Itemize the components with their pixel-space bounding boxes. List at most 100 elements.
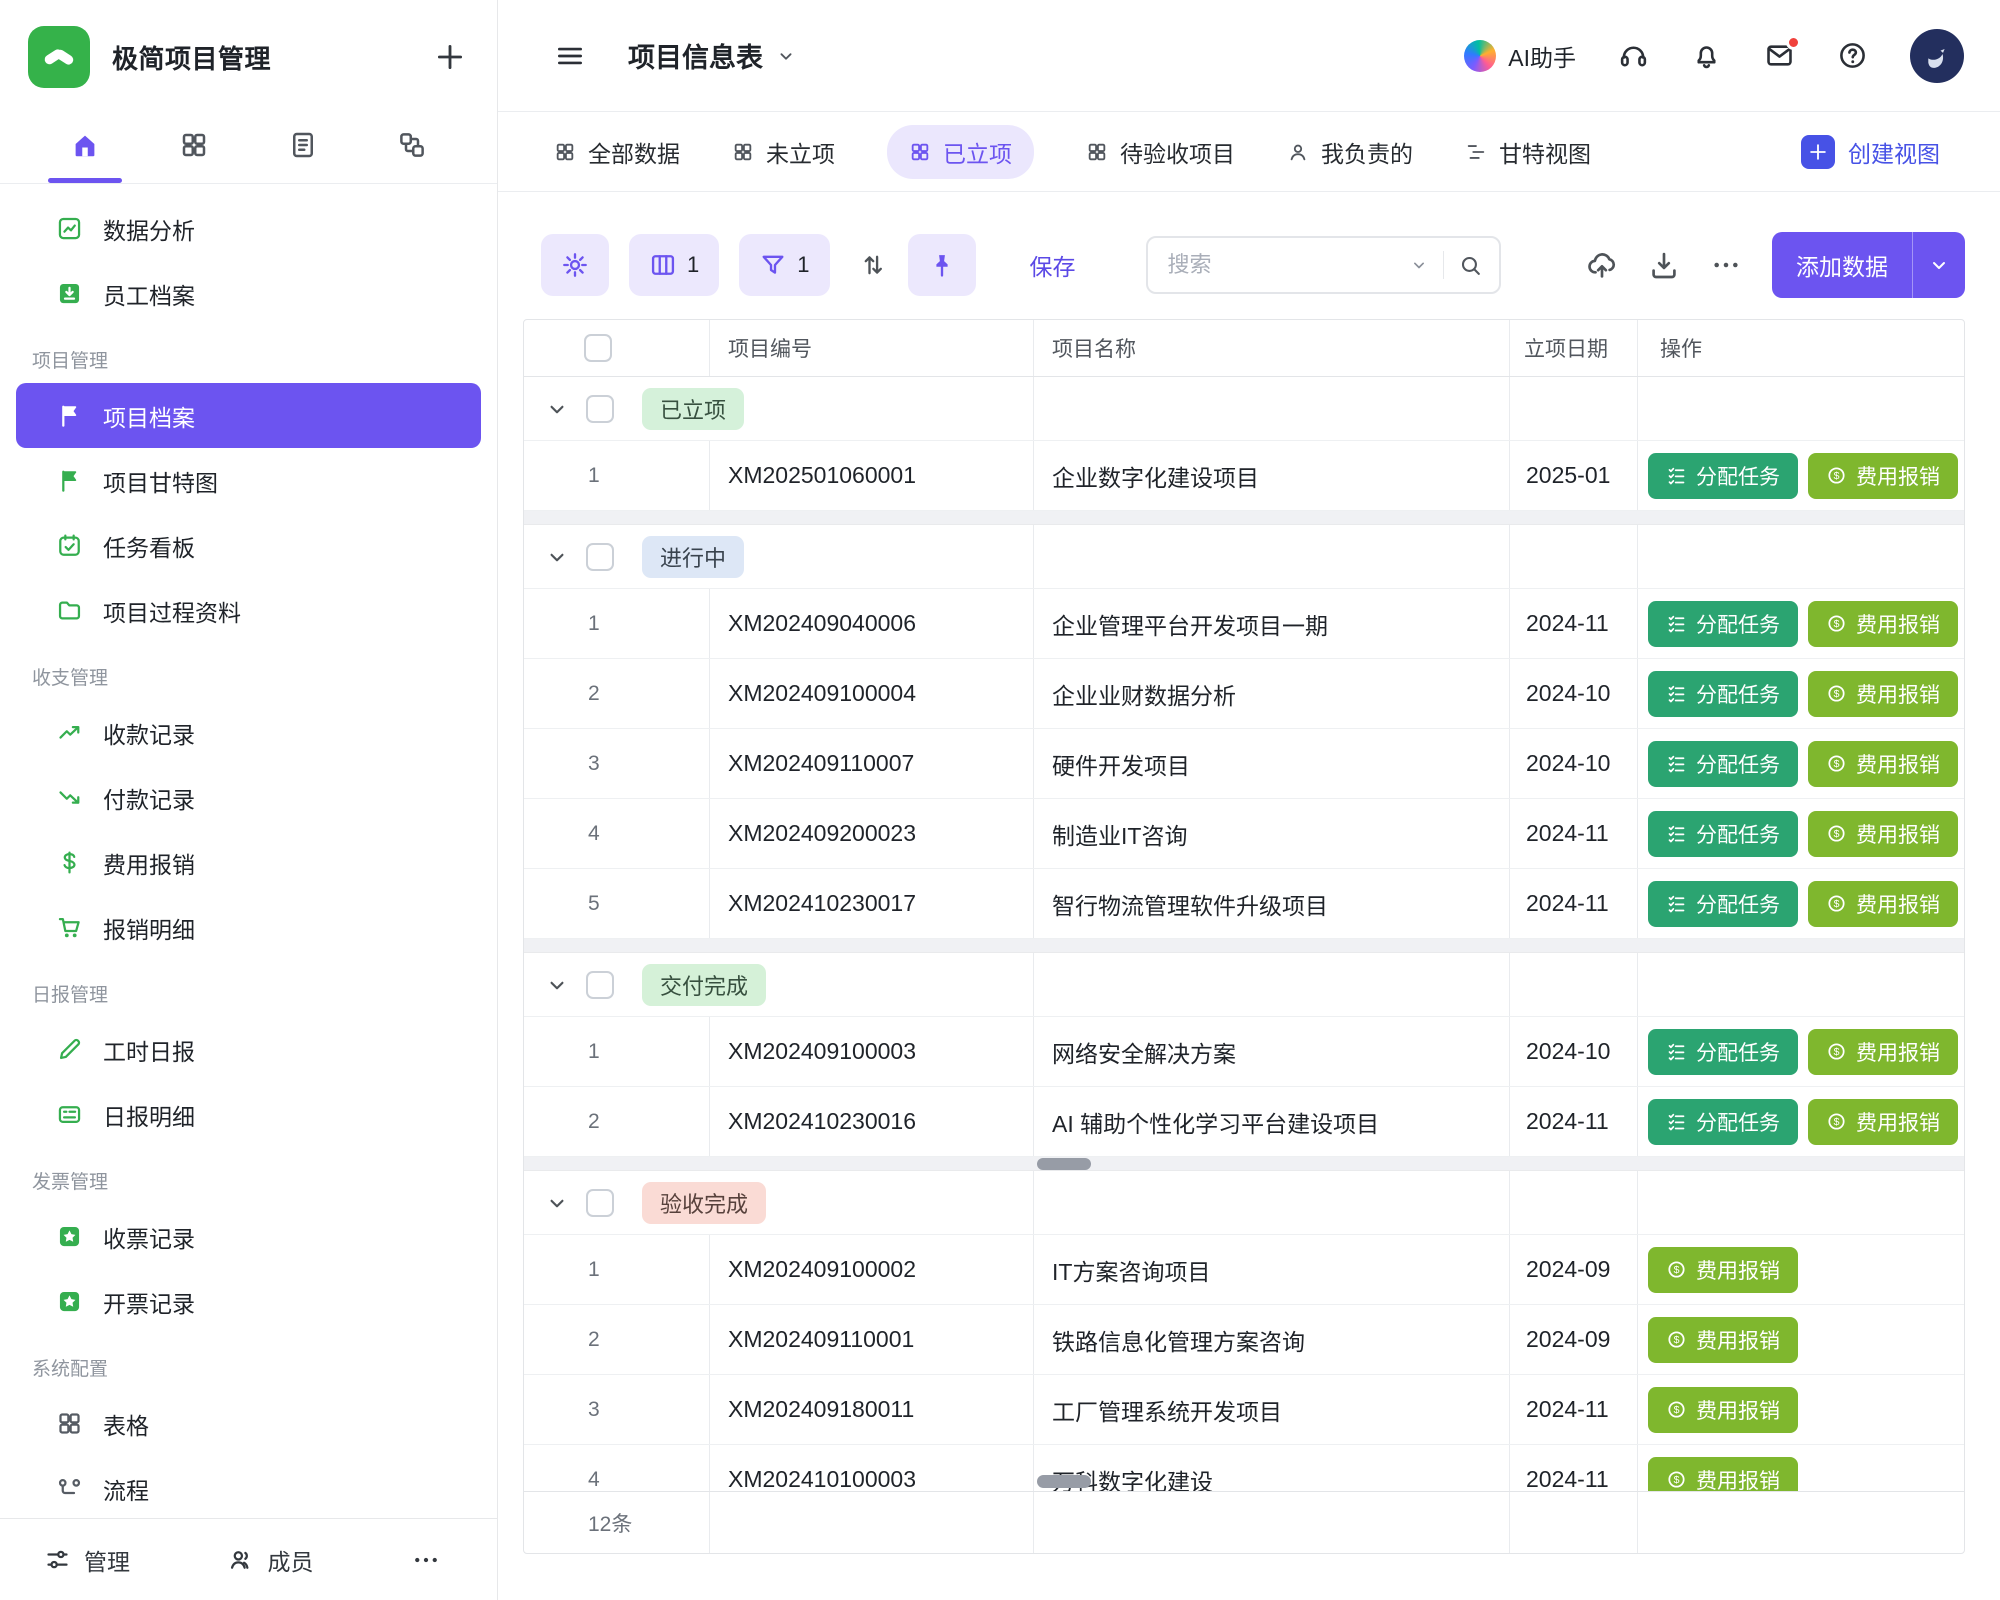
table-row[interactable]: 4XM202409200023制造业IT咨询2024-11分配任务$费用报销 bbox=[524, 799, 1964, 869]
support-headset-icon[interactable] bbox=[1618, 40, 1649, 71]
sidebar-item[interactable]: 表格 bbox=[16, 1391, 481, 1456]
avatar[interactable] bbox=[1910, 29, 1964, 83]
assign-task-button[interactable]: 分配任务 bbox=[1648, 1029, 1798, 1075]
sidebar-item[interactable]: 报销明细 bbox=[16, 895, 481, 960]
manage-button[interactable]: 管理 bbox=[44, 1543, 130, 1577]
view-tab[interactable]: 甘特视图 bbox=[1465, 135, 1591, 169]
sidebar-item[interactable]: 流程 bbox=[16, 1456, 481, 1518]
expense-report-button[interactable]: $费用报销 bbox=[1808, 601, 1958, 647]
add-data-button[interactable]: 添加数据 bbox=[1772, 232, 1965, 298]
sidebar-tab-home[interactable] bbox=[56, 106, 114, 183]
sidebar-item[interactable]: 费用报销 bbox=[16, 830, 481, 895]
search-icon[interactable] bbox=[1458, 253, 1483, 278]
filter-button[interactable]: 1 bbox=[739, 234, 829, 296]
table-row[interactable]: 1XM202409100002IT方案咨询项目2024-09$费用报销 bbox=[524, 1235, 1964, 1305]
pin-button[interactable] bbox=[908, 234, 976, 296]
table-row[interactable]: 1XM202409100003网络安全解决方案2024-10分配任务$费用报销 bbox=[524, 1017, 1964, 1087]
view-settings-button[interactable] bbox=[541, 234, 609, 296]
table-row[interactable]: 4XM202410100003万科数字化建设2024-11$费用报销 bbox=[524, 1445, 1964, 1491]
expense-report-button[interactable]: $费用报销 bbox=[1808, 1029, 1958, 1075]
sidebar-item[interactable]: 收款记录 bbox=[16, 700, 481, 765]
expense-report-button[interactable]: $费用报销 bbox=[1808, 881, 1958, 927]
sort-button[interactable] bbox=[850, 234, 896, 296]
ai-assistant-button[interactable]: AI助手 bbox=[1464, 39, 1576, 73]
menu-toggle-icon[interactable] bbox=[554, 40, 586, 72]
svg-text:$: $ bbox=[1834, 828, 1840, 840]
expense-report-button[interactable]: $费用报销 bbox=[1808, 453, 1958, 499]
sidebar-item[interactable]: 开票记录 bbox=[16, 1269, 481, 1334]
row-button-label: 分配任务 bbox=[1696, 749, 1780, 779]
help-icon[interactable] bbox=[1837, 40, 1868, 71]
view-tab[interactable]: 我负责的 bbox=[1287, 135, 1413, 169]
sidebar-tab-docs[interactable] bbox=[274, 106, 332, 183]
members-button[interactable]: 成员 bbox=[228, 1543, 314, 1577]
assign-task-button[interactable]: 分配任务 bbox=[1648, 453, 1798, 499]
notifications-bell-icon[interactable] bbox=[1691, 40, 1722, 71]
search-input[interactable] bbox=[1168, 252, 1409, 278]
expense-report-button[interactable]: $费用报销 bbox=[1808, 671, 1958, 717]
group-collapse-icon[interactable] bbox=[544, 544, 570, 570]
sidebar-item[interactable]: 数据分析 bbox=[16, 196, 481, 261]
table-row[interactable]: 3XM202409110007硬件开发项目2024-10分配任务$费用报销 bbox=[524, 729, 1964, 799]
view-tab[interactable]: 待验收项目 bbox=[1086, 135, 1235, 169]
expense-report-button[interactable]: $费用报销 bbox=[1648, 1457, 1798, 1492]
table-row[interactable]: 2XM202409100004企业业财数据分析2024-10分配任务$费用报销 bbox=[524, 659, 1964, 729]
select-all-checkbox[interactable] bbox=[584, 334, 612, 362]
sidebar-section-label: 发票管理 bbox=[0, 1147, 497, 1204]
assign-task-button[interactable]: 分配任务 bbox=[1648, 601, 1798, 647]
table-row[interactable]: 5XM202410230017智行物流管理软件升级项目2024-11分配任务$费… bbox=[524, 869, 1964, 939]
search-scope-chevron-icon[interactable] bbox=[1409, 255, 1429, 275]
horizontal-scrollbar-thumb[interactable] bbox=[1037, 1158, 1091, 1170]
expense-report-button[interactable]: $费用报销 bbox=[1808, 811, 1958, 857]
table-row[interactable]: 2XM202410230016AI 辅助个性化学习平台建设项目2024-11分配… bbox=[524, 1087, 1964, 1157]
sidebar-item[interactable]: 任务看板 bbox=[16, 513, 481, 578]
sidebar-item[interactable]: 收票记录 bbox=[16, 1204, 481, 1269]
view-tab[interactable]: 全部数据 bbox=[554, 135, 680, 169]
group-collapse-icon[interactable] bbox=[544, 396, 570, 422]
assign-task-button[interactable]: 分配任务 bbox=[1648, 811, 1798, 857]
view-tab[interactable]: 未立项 bbox=[732, 135, 835, 169]
sidebar-tab-relations[interactable] bbox=[383, 106, 441, 183]
hidden-fields-button[interactable]: 1 bbox=[629, 234, 719, 296]
expense-report-button[interactable]: $费用报销 bbox=[1648, 1387, 1798, 1433]
import-upload-icon[interactable] bbox=[1586, 249, 1618, 281]
expense-report-button[interactable]: $费用报销 bbox=[1648, 1247, 1798, 1293]
view-tab[interactable]: 已立项 bbox=[887, 125, 1034, 179]
group-checkbox[interactable] bbox=[586, 971, 614, 999]
sidebar-item[interactable]: 付款记录 bbox=[16, 765, 481, 830]
title-chevron-icon[interactable] bbox=[775, 45, 797, 67]
more-actions-icon[interactable] bbox=[1710, 249, 1742, 281]
assign-task-button[interactable]: 分配任务 bbox=[1648, 671, 1798, 717]
add-data-chevron-icon[interactable] bbox=[1927, 253, 1951, 277]
sidebar-item[interactable]: 员工档案 bbox=[16, 261, 481, 326]
assign-task-button[interactable]: 分配任务 bbox=[1648, 881, 1798, 927]
sidebar-more-icon[interactable] bbox=[411, 1545, 441, 1575]
table-row[interactable]: 1XM202409040006企业管理平台开发项目一期2024-11分配任务$费… bbox=[524, 589, 1964, 659]
sidebar-item[interactable]: 项目甘特图 bbox=[16, 448, 481, 513]
sidebar-item[interactable]: 日报明细 bbox=[16, 1082, 481, 1147]
inbox-mail-icon[interactable] bbox=[1764, 40, 1795, 71]
create-view-button[interactable]: 创建视图 bbox=[1801, 135, 1940, 169]
group-checkbox[interactable] bbox=[586, 543, 614, 571]
expense-report-button[interactable]: $费用报销 bbox=[1808, 1099, 1958, 1145]
group-checkbox[interactable] bbox=[586, 395, 614, 423]
table-row[interactable]: 1XM202501060001企业数字化建设项目2025-01分配任务$费用报销 bbox=[524, 441, 1964, 511]
group-checkbox[interactable] bbox=[586, 1189, 614, 1217]
export-download-icon[interactable] bbox=[1648, 249, 1680, 281]
sidebar-item[interactable]: 项目档案 bbox=[16, 383, 481, 448]
table-row[interactable]: 3XM202409180011工厂管理系统开发项目2024-11$费用报销 bbox=[524, 1375, 1964, 1445]
sidebar-tab-tables[interactable] bbox=[165, 106, 223, 183]
table-row[interactable]: 2XM202409110001铁路信息化管理方案咨询2024-09$费用报销 bbox=[524, 1305, 1964, 1375]
sidebar-item[interactable]: 项目过程资料 bbox=[16, 578, 481, 643]
sidebar-item[interactable]: 工时日报 bbox=[16, 1017, 481, 1082]
group-collapse-icon[interactable] bbox=[544, 972, 570, 998]
assign-task-button[interactable]: 分配任务 bbox=[1648, 741, 1798, 787]
search-box[interactable] bbox=[1146, 236, 1501, 294]
expense-report-button[interactable]: $费用报销 bbox=[1648, 1317, 1798, 1363]
expense-report-button[interactable]: $费用报销 bbox=[1808, 741, 1958, 787]
assign-task-button[interactable]: 分配任务 bbox=[1648, 1099, 1798, 1145]
save-view-button[interactable]: 保存 bbox=[1030, 248, 1076, 282]
horizontal-scrollbar-thumb[interactable] bbox=[1037, 1475, 1091, 1488]
group-collapse-icon[interactable] bbox=[544, 1190, 570, 1216]
add-workspace-icon[interactable] bbox=[433, 40, 467, 74]
